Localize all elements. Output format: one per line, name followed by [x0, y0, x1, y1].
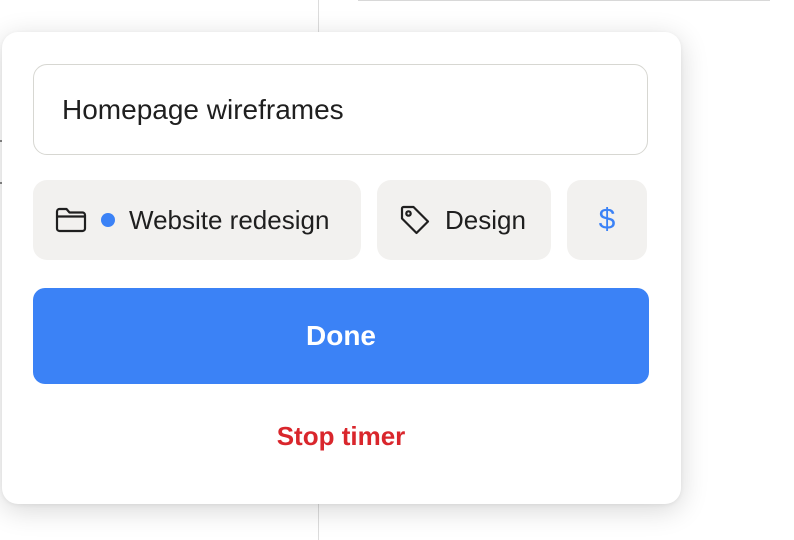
stop-timer-button[interactable]: Stop timer — [33, 414, 649, 458]
project-color-dot — [101, 213, 115, 227]
done-button[interactable]: Done — [33, 288, 649, 384]
tag-icon — [399, 204, 431, 236]
background-rule — [358, 0, 770, 1]
timer-edit-popover: Website redesign Design $ Done Stop time… — [2, 32, 681, 504]
project-name: Website redesign — [129, 204, 330, 235]
description-input[interactable] — [33, 64, 648, 155]
tag-name: Design — [445, 204, 526, 235]
tag-selector[interactable]: Design — [377, 180, 551, 260]
billable-toggle[interactable]: $ — [567, 180, 647, 260]
project-selector[interactable]: Website redesign — [33, 180, 361, 260]
dollar-icon: $ — [598, 203, 616, 236]
folder-icon — [55, 207, 87, 233]
